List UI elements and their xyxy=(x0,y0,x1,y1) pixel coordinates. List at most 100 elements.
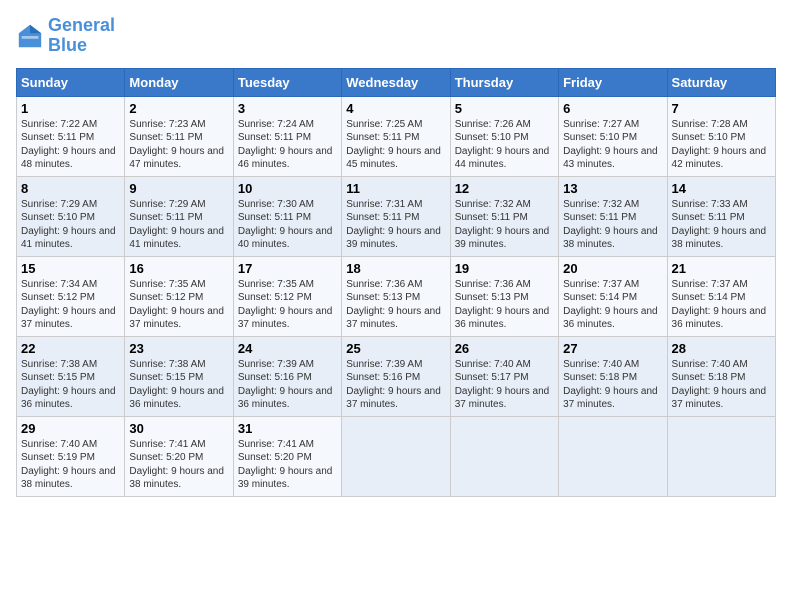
day-number: 19 xyxy=(455,261,554,276)
weekday-header-sunday: Sunday xyxy=(17,68,125,96)
day-info: Sunrise: 7:35 AM Sunset: 5:12 PM Dayligh… xyxy=(238,278,337,332)
day-info: Sunrise: 7:22 AM Sunset: 5:11 PM Dayligh… xyxy=(21,118,120,172)
calendar-table: SundayMondayTuesdayWednesdayThursdayFrid… xyxy=(16,68,776,497)
weekday-header-friday: Friday xyxy=(559,68,667,96)
day-info: Sunrise: 7:36 AM Sunset: 5:13 PM Dayligh… xyxy=(455,278,554,332)
day-number: 6 xyxy=(563,101,662,116)
day-info: Sunrise: 7:39 AM Sunset: 5:16 PM Dayligh… xyxy=(346,358,445,412)
weekday-header-wednesday: Wednesday xyxy=(342,68,450,96)
day-number: 31 xyxy=(238,421,337,436)
day-info: Sunrise: 7:40 AM Sunset: 5:17 PM Dayligh… xyxy=(455,358,554,412)
day-info: Sunrise: 7:39 AM Sunset: 5:16 PM Dayligh… xyxy=(238,358,337,412)
day-number: 5 xyxy=(455,101,554,116)
day-number: 20 xyxy=(563,261,662,276)
calendar-cell: 3 Sunrise: 7:24 AM Sunset: 5:11 PM Dayli… xyxy=(233,96,341,176)
day-number: 3 xyxy=(238,101,337,116)
calendar-cell: 18 Sunrise: 7:36 AM Sunset: 5:13 PM Dayl… xyxy=(342,256,450,336)
day-number: 10 xyxy=(238,181,337,196)
day-info: Sunrise: 7:28 AM Sunset: 5:10 PM Dayligh… xyxy=(672,118,771,172)
logo-text: General Blue xyxy=(48,16,115,56)
day-info: Sunrise: 7:37 AM Sunset: 5:14 PM Dayligh… xyxy=(672,278,771,332)
day-number: 1 xyxy=(21,101,120,116)
calendar-cell: 9 Sunrise: 7:29 AM Sunset: 5:11 PM Dayli… xyxy=(125,176,233,256)
calendar-cell: 23 Sunrise: 7:38 AM Sunset: 5:15 PM Dayl… xyxy=(125,336,233,416)
day-info: Sunrise: 7:35 AM Sunset: 5:12 PM Dayligh… xyxy=(129,278,228,332)
calendar-cell: 7 Sunrise: 7:28 AM Sunset: 5:10 PM Dayli… xyxy=(667,96,775,176)
day-number: 16 xyxy=(129,261,228,276)
day-number: 25 xyxy=(346,341,445,356)
calendar-cell: 25 Sunrise: 7:39 AM Sunset: 5:16 PM Dayl… xyxy=(342,336,450,416)
day-number: 26 xyxy=(455,341,554,356)
day-info: Sunrise: 7:29 AM Sunset: 5:11 PM Dayligh… xyxy=(129,198,228,252)
calendar-cell: 12 Sunrise: 7:32 AM Sunset: 5:11 PM Dayl… xyxy=(450,176,558,256)
day-info: Sunrise: 7:27 AM Sunset: 5:10 PM Dayligh… xyxy=(563,118,662,172)
calendar-cell xyxy=(342,416,450,496)
day-number: 12 xyxy=(455,181,554,196)
calendar-cell: 14 Sunrise: 7:33 AM Sunset: 5:11 PM Dayl… xyxy=(667,176,775,256)
calendar-cell: 22 Sunrise: 7:38 AM Sunset: 5:15 PM Dayl… xyxy=(17,336,125,416)
day-info: Sunrise: 7:24 AM Sunset: 5:11 PM Dayligh… xyxy=(238,118,337,172)
page-header: General Blue xyxy=(16,16,776,56)
day-info: Sunrise: 7:33 AM Sunset: 5:11 PM Dayligh… xyxy=(672,198,771,252)
day-number: 15 xyxy=(21,261,120,276)
day-info: Sunrise: 7:32 AM Sunset: 5:11 PM Dayligh… xyxy=(455,198,554,252)
calendar-cell: 27 Sunrise: 7:40 AM Sunset: 5:18 PM Dayl… xyxy=(559,336,667,416)
calendar-cell xyxy=(559,416,667,496)
day-info: Sunrise: 7:41 AM Sunset: 5:20 PM Dayligh… xyxy=(238,438,337,492)
day-info: Sunrise: 7:36 AM Sunset: 5:13 PM Dayligh… xyxy=(346,278,445,332)
day-number: 28 xyxy=(672,341,771,356)
calendar-cell: 10 Sunrise: 7:30 AM Sunset: 5:11 PM Dayl… xyxy=(233,176,341,256)
day-info: Sunrise: 7:40 AM Sunset: 5:18 PM Dayligh… xyxy=(672,358,771,412)
day-number: 2 xyxy=(129,101,228,116)
weekday-header-saturday: Saturday xyxy=(667,68,775,96)
day-number: 30 xyxy=(129,421,228,436)
day-info: Sunrise: 7:25 AM Sunset: 5:11 PM Dayligh… xyxy=(346,118,445,172)
calendar-cell: 31 Sunrise: 7:41 AM Sunset: 5:20 PM Dayl… xyxy=(233,416,341,496)
day-number: 17 xyxy=(238,261,337,276)
day-info: Sunrise: 7:30 AM Sunset: 5:11 PM Dayligh… xyxy=(238,198,337,252)
calendar-cell: 28 Sunrise: 7:40 AM Sunset: 5:18 PM Dayl… xyxy=(667,336,775,416)
day-number: 27 xyxy=(563,341,662,356)
calendar-cell: 15 Sunrise: 7:34 AM Sunset: 5:12 PM Dayl… xyxy=(17,256,125,336)
day-info: Sunrise: 7:23 AM Sunset: 5:11 PM Dayligh… xyxy=(129,118,228,172)
calendar-cell: 26 Sunrise: 7:40 AM Sunset: 5:17 PM Dayl… xyxy=(450,336,558,416)
day-number: 29 xyxy=(21,421,120,436)
day-number: 7 xyxy=(672,101,771,116)
calendar-cell xyxy=(450,416,558,496)
day-number: 11 xyxy=(346,181,445,196)
logo: General Blue xyxy=(16,16,115,56)
calendar-cell: 13 Sunrise: 7:32 AM Sunset: 5:11 PM Dayl… xyxy=(559,176,667,256)
calendar-cell: 16 Sunrise: 7:35 AM Sunset: 5:12 PM Dayl… xyxy=(125,256,233,336)
day-info: Sunrise: 7:38 AM Sunset: 5:15 PM Dayligh… xyxy=(21,358,120,412)
calendar-cell: 21 Sunrise: 7:37 AM Sunset: 5:14 PM Dayl… xyxy=(667,256,775,336)
calendar-cell: 29 Sunrise: 7:40 AM Sunset: 5:19 PM Dayl… xyxy=(17,416,125,496)
day-number: 14 xyxy=(672,181,771,196)
calendar-cell: 8 Sunrise: 7:29 AM Sunset: 5:10 PM Dayli… xyxy=(17,176,125,256)
weekday-header-tuesday: Tuesday xyxy=(233,68,341,96)
day-info: Sunrise: 7:32 AM Sunset: 5:11 PM Dayligh… xyxy=(563,198,662,252)
day-info: Sunrise: 7:31 AM Sunset: 5:11 PM Dayligh… xyxy=(346,198,445,252)
day-info: Sunrise: 7:41 AM Sunset: 5:20 PM Dayligh… xyxy=(129,438,228,492)
calendar-cell: 5 Sunrise: 7:26 AM Sunset: 5:10 PM Dayli… xyxy=(450,96,558,176)
day-info: Sunrise: 7:26 AM Sunset: 5:10 PM Dayligh… xyxy=(455,118,554,172)
day-number: 9 xyxy=(129,181,228,196)
day-info: Sunrise: 7:34 AM Sunset: 5:12 PM Dayligh… xyxy=(21,278,120,332)
calendar-cell: 4 Sunrise: 7:25 AM Sunset: 5:11 PM Dayli… xyxy=(342,96,450,176)
calendar-cell: 17 Sunrise: 7:35 AM Sunset: 5:12 PM Dayl… xyxy=(233,256,341,336)
calendar-cell xyxy=(667,416,775,496)
day-number: 23 xyxy=(129,341,228,356)
calendar-cell: 19 Sunrise: 7:36 AM Sunset: 5:13 PM Dayl… xyxy=(450,256,558,336)
day-info: Sunrise: 7:40 AM Sunset: 5:19 PM Dayligh… xyxy=(21,438,120,492)
calendar-cell: 20 Sunrise: 7:37 AM Sunset: 5:14 PM Dayl… xyxy=(559,256,667,336)
day-info: Sunrise: 7:29 AM Sunset: 5:10 PM Dayligh… xyxy=(21,198,120,252)
day-info: Sunrise: 7:40 AM Sunset: 5:18 PM Dayligh… xyxy=(563,358,662,412)
weekday-header-monday: Monday xyxy=(125,68,233,96)
day-info: Sunrise: 7:38 AM Sunset: 5:15 PM Dayligh… xyxy=(129,358,228,412)
calendar-cell: 6 Sunrise: 7:27 AM Sunset: 5:10 PM Dayli… xyxy=(559,96,667,176)
calendar-cell: 24 Sunrise: 7:39 AM Sunset: 5:16 PM Dayl… xyxy=(233,336,341,416)
calendar-cell: 2 Sunrise: 7:23 AM Sunset: 5:11 PM Dayli… xyxy=(125,96,233,176)
day-number: 4 xyxy=(346,101,445,116)
day-number: 24 xyxy=(238,341,337,356)
logo-icon xyxy=(16,22,44,50)
day-number: 8 xyxy=(21,181,120,196)
